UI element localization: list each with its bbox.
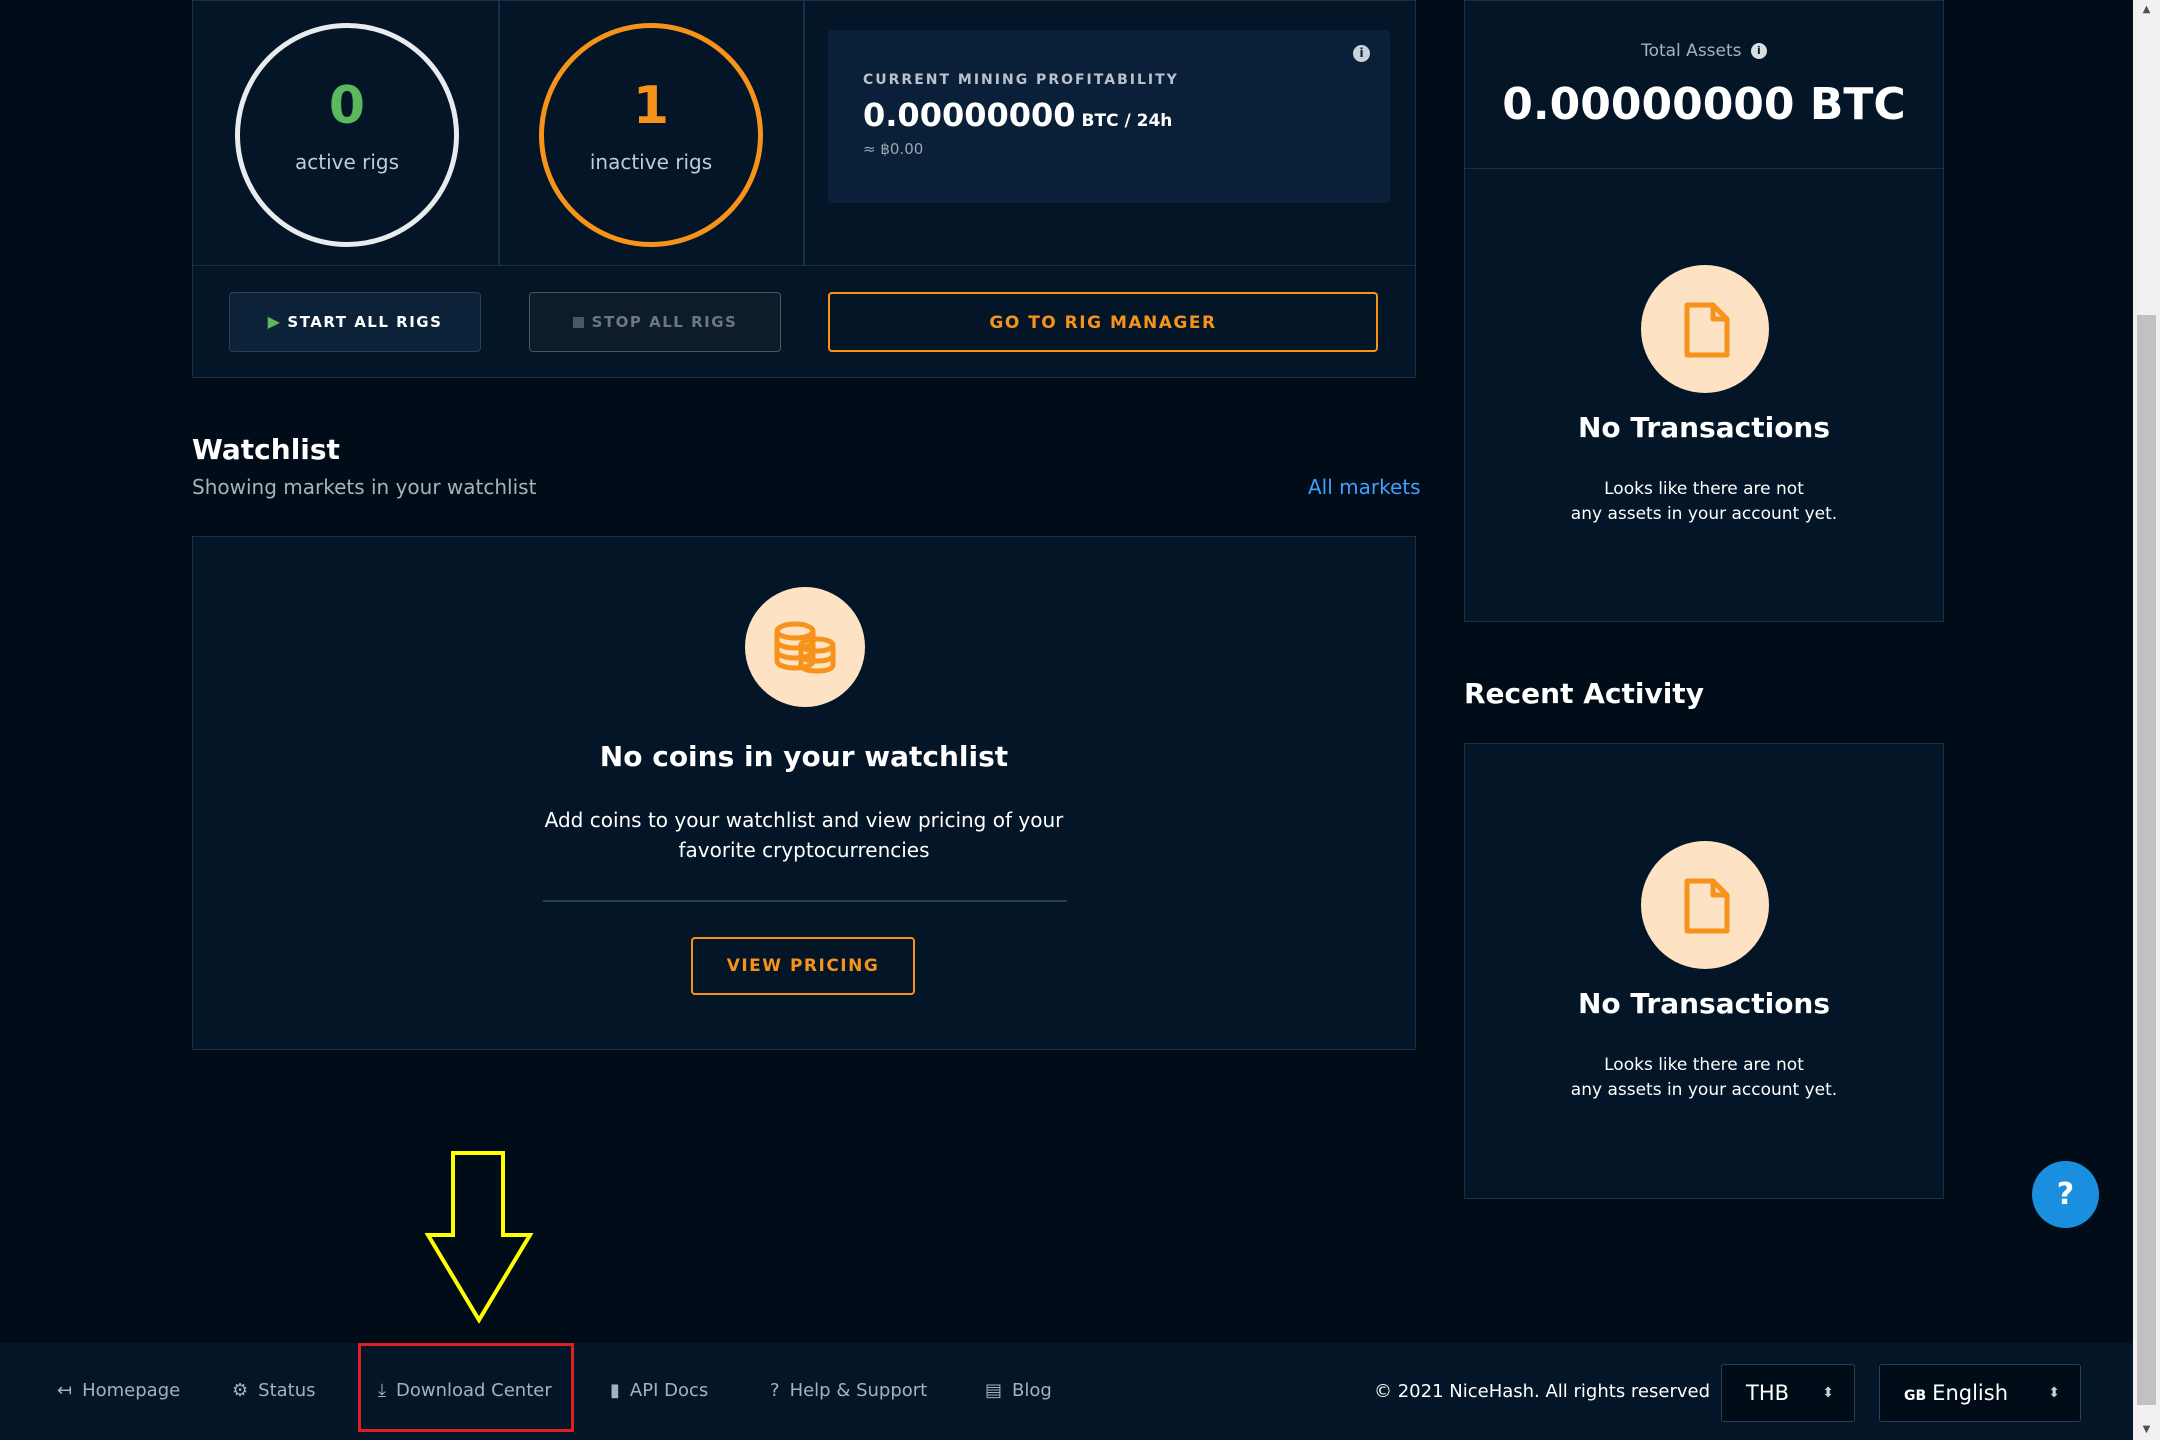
all-markets-link[interactable]: All markets	[1308, 475, 1421, 499]
profitability-value: 0.00000000 BTC / 24h	[863, 96, 1172, 134]
footer-link-blog[interactable]: ▤ Blog	[985, 1380, 1052, 1401]
watchlist-title: Watchlist	[192, 433, 340, 466]
coins-icon	[745, 587, 865, 707]
activity-empty-line1: Looks like there are not	[1604, 1055, 1804, 1075]
watchlist-empty-line1: Add coins to your watchlist and view pri…	[544, 808, 1064, 832]
back-arrow-icon: ↤	[57, 1380, 73, 1401]
status-label: Status	[258, 1380, 316, 1401]
footer-link-homepage[interactable]: ↤ Homepage	[57, 1380, 180, 1401]
footer-link-help-support[interactable]: ? Help & Support	[770, 1380, 927, 1401]
divider	[543, 900, 1067, 902]
copyright-text: © 2021 NiceHash. All rights reserved	[1374, 1381, 1710, 1402]
sort-arrows-icon: ⬍	[2048, 1385, 2060, 1401]
activity-empty-line2: any assets in your account yet.	[1570, 1080, 1838, 1100]
footer-link-status[interactable]: ⚙ Status	[232, 1380, 316, 1401]
rigs-summary: 0 active rigs 1 inactive rigs CURRENT MI…	[193, 1, 1415, 266]
stop-all-rigs-button[interactable]: STOP ALL RIGS	[529, 292, 781, 352]
watchlist-empty-line2: favorite cryptocurrencies	[678, 838, 930, 862]
profitability-unit: BTC / 24h	[1081, 111, 1173, 131]
divider	[803, 1, 805, 266]
assets-empty-title: No Transactions	[1577, 411, 1831, 444]
activity-empty-description: Looks like there are not any assets in y…	[1465, 1053, 1943, 1103]
question-circle-icon: ?	[770, 1380, 780, 1401]
divider	[498, 1, 500, 266]
currency-value: THB	[1746, 1381, 1790, 1405]
sort-arrows-icon: ⬍	[1822, 1385, 1834, 1401]
help-support-label: Help & Support	[789, 1380, 928, 1401]
scroll-up-icon[interactable]: ▲	[2137, 4, 2156, 15]
gears-icon: ⚙	[232, 1380, 249, 1401]
assets-empty-line2: any assets in your account yet.	[1570, 504, 1838, 524]
total-assets-label: Total Assets	[1641, 41, 1742, 61]
scrollbar-thumb[interactable]	[2137, 315, 2156, 1405]
rigs-card: 0 active rigs 1 inactive rigs CURRENT MI…	[192, 0, 1416, 378]
inactive-rigs-label: inactive rigs	[589, 150, 713, 174]
language-select[interactable]: GB English ⬍	[1879, 1364, 2081, 1422]
total-assets-label-row: Total Assets i	[1465, 41, 1943, 61]
currency-select[interactable]: THB ⬍	[1721, 1364, 1855, 1422]
blog-label: Blog	[1012, 1380, 1052, 1401]
profitability-title: CURRENT MINING PROFITABILITY	[863, 72, 1179, 88]
inactive-rigs-ring: 1 inactive rigs	[539, 23, 763, 247]
homepage-label: Homepage	[82, 1380, 181, 1401]
annotation-highlight-box	[358, 1343, 574, 1432]
active-rigs-count: 0	[328, 76, 366, 136]
rig-manager-button[interactable]: GO TO RIG MANAGER	[828, 292, 1378, 352]
stop-all-rigs-label: STOP ALL RIGS	[591, 313, 738, 331]
total-assets-value: 0.00000000 BTC	[1502, 79, 1906, 130]
active-rigs-label: active rigs	[294, 150, 400, 174]
inactive-rigs-count: 1	[632, 76, 670, 136]
language-value: English	[1932, 1381, 2008, 1405]
document-icon	[1641, 265, 1769, 393]
play-icon: ▶	[267, 312, 282, 331]
total-assets-card: Total Assets i 0.00000000 BTC No Transac…	[1464, 0, 1944, 622]
scroll-down-icon[interactable]: ▼	[2137, 1424, 2156, 1435]
document-icon	[1641, 841, 1769, 969]
info-icon[interactable]: i	[1353, 45, 1370, 62]
activity-empty-title: No Transactions	[1577, 987, 1831, 1020]
assets-empty-line1: Looks like there are not	[1604, 479, 1804, 499]
recent-activity-title: Recent Activity	[1464, 677, 1704, 710]
stop-icon	[572, 317, 584, 328]
profitability-amount: 0.00000000	[863, 96, 1076, 134]
assets-empty-description: Looks like there are not any assets in y…	[1465, 477, 1943, 527]
profitability-box: CURRENT MINING PROFITABILITY 0.00000000 B…	[828, 30, 1390, 203]
recent-activity-panel: No Transactions Looks like there are not…	[1464, 743, 1944, 1199]
start-all-rigs-button[interactable]: ▶ START ALL RIGS	[229, 292, 481, 352]
book-icon: ▮	[610, 1380, 620, 1401]
help-button[interactable]: ?	[2032, 1161, 2099, 1228]
annotation-arrow-icon	[425, 1151, 534, 1324]
profitability-fiat: ≈ ฿0.00	[863, 140, 924, 158]
total-assets-header: Total Assets i 0.00000000 BTC	[1465, 1, 1943, 169]
active-rigs-ring: 0 active rigs	[235, 23, 459, 247]
watchlist-empty-description: Add coins to your watchlist and view pri…	[193, 805, 1415, 865]
newspaper-icon: ▤	[985, 1380, 1003, 1401]
watchlist-empty-title: No coins in your watchlist	[599, 740, 1009, 773]
language-flag: GB	[1904, 1388, 1927, 1404]
start-all-rigs-label: START ALL RIGS	[287, 313, 443, 331]
info-icon[interactable]: i	[1750, 43, 1767, 59]
footer-link-api-docs[interactable]: ▮ API Docs	[610, 1380, 708, 1401]
watchlist-subtitle: Showing markets in your watchlist	[192, 475, 537, 499]
api-docs-label: API Docs	[629, 1380, 709, 1401]
view-pricing-button[interactable]: VIEW PRICING	[691, 937, 915, 995]
watchlist-panel: No coins in your watchlist Add coins to …	[192, 536, 1416, 1050]
